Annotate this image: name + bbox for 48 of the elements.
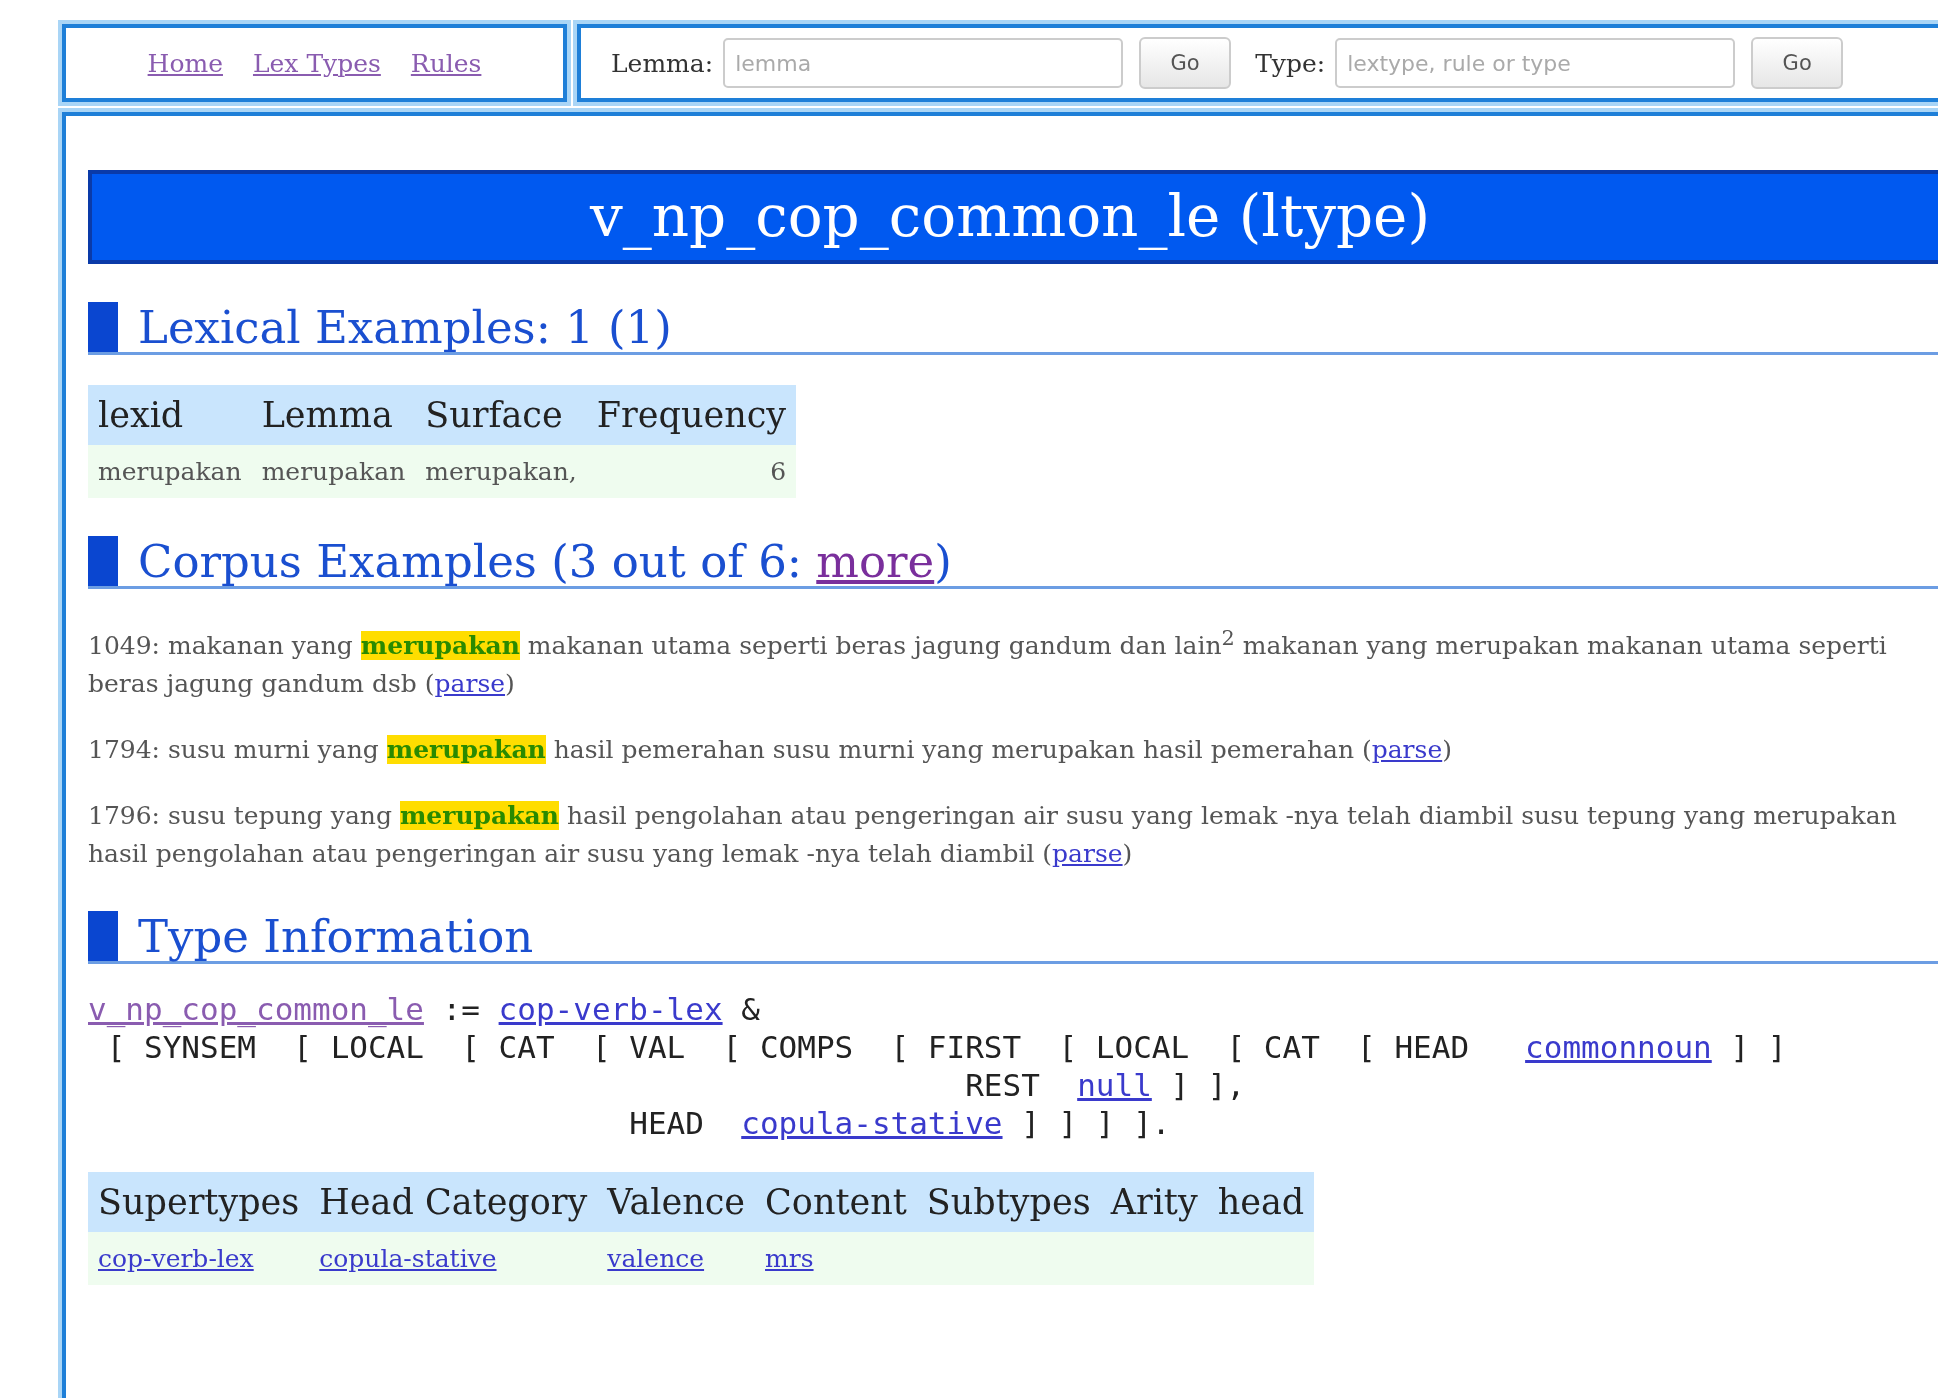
go-button[interactable]: Go [1751, 37, 1844, 89]
table-cell: merupakan [251, 445, 416, 498]
parse-link[interactable]: parse [1371, 735, 1443, 765]
column-header: Supertypes [88, 1172, 310, 1233]
nav-link[interactable]: Rules [410, 48, 482, 78]
table-cell: merupakan, [415, 445, 587, 498]
section-heading: Corpus Examples (3 out of 6: more) [138, 536, 952, 586]
section-heading: Lexical Examples: 1 (1) [138, 302, 672, 352]
column-header: Content [755, 1172, 917, 1233]
parse-link[interactable]: parse [434, 669, 506, 699]
page-title: v_np_cop_common_le (ltype) [88, 170, 1938, 264]
example-sentence: 1049: makanan yang merupakan makanan utama seperti beras jagung gandum dan lain$^{2}$ makanan yang merupakan makanan utama seperti beras jagung gandum dsb (parse) [88, 625, 1888, 701]
type-link[interactable]: mrs [765, 1244, 814, 1274]
example-sentence: 1796: susu tepung yang merupakan hasil pengolahan atau pengeringan air susu yang lemak -nya telah diambil susu tepung yang merupakan hasil pengolahan atau pengeringan air susu yang lemak -nya telah diambil (parse) [88, 800, 1898, 871]
column-header: Valence [597, 1172, 756, 1233]
more-link[interactable]: more [816, 534, 935, 588]
type-link[interactable]: v_np_cop_common_le [88, 991, 424, 1028]
nav-link[interactable]: Lex Types [252, 48, 381, 78]
table-cell: 6 [586, 445, 797, 498]
column-header: Frequency [586, 385, 797, 445]
example-sentence: 1794: susu murni yang merupakan hasil pemerahan susu murni yang merupakan hasil pemerahan (parse) [88, 734, 1453, 767]
search-field[interactable]: lextype, rule or type [1335, 38, 1736, 88]
search-field[interactable]: lemma [723, 38, 1124, 88]
field-label: Lemma: [611, 48, 714, 78]
column-header: Subtypes [916, 1172, 1101, 1233]
column-header: Surface [415, 385, 587, 445]
column-header: lexid [88, 385, 252, 445]
table-cell: merupakan [88, 445, 252, 498]
go-button[interactable]: Go [1139, 37, 1232, 89]
type-link[interactable]: null [1077, 1067, 1152, 1104]
heading-marker [88, 536, 118, 586]
parse-link[interactable]: parse [1052, 839, 1123, 869]
code-line: v_np_cop_common_le := cop-verb-lex & [88, 990, 761, 1029]
code-line: [ SYNSEM [ LOCAL [ CAT [ VAL [ COMPS [ FIRST [ LOCAL [ CAT [ HEAD commonnoun ] ] [105, 1028, 1788, 1067]
field-label: Type: [1255, 48, 1326, 78]
column-header: Head Category [309, 1172, 598, 1233]
column-header: Lemma [251, 385, 416, 445]
type-link[interactable]: cop-verb-lex [498, 991, 723, 1028]
heading-marker [88, 302, 118, 352]
code-line: HEAD copula-stative ] ] ] ]. [628, 1104, 1172, 1143]
nav-link[interactable]: Home [147, 48, 223, 78]
section-heading: Type Information [138, 911, 534, 962]
column-header: head [1207, 1172, 1315, 1233]
column-header: Arity [1100, 1172, 1208, 1233]
type-link[interactable]: copula-stative [741, 1105, 1003, 1142]
heading-marker [88, 911, 118, 962]
type-link[interactable]: commonnoun [1525, 1029, 1712, 1066]
code-line: REST null ] ], [964, 1066, 1247, 1105]
